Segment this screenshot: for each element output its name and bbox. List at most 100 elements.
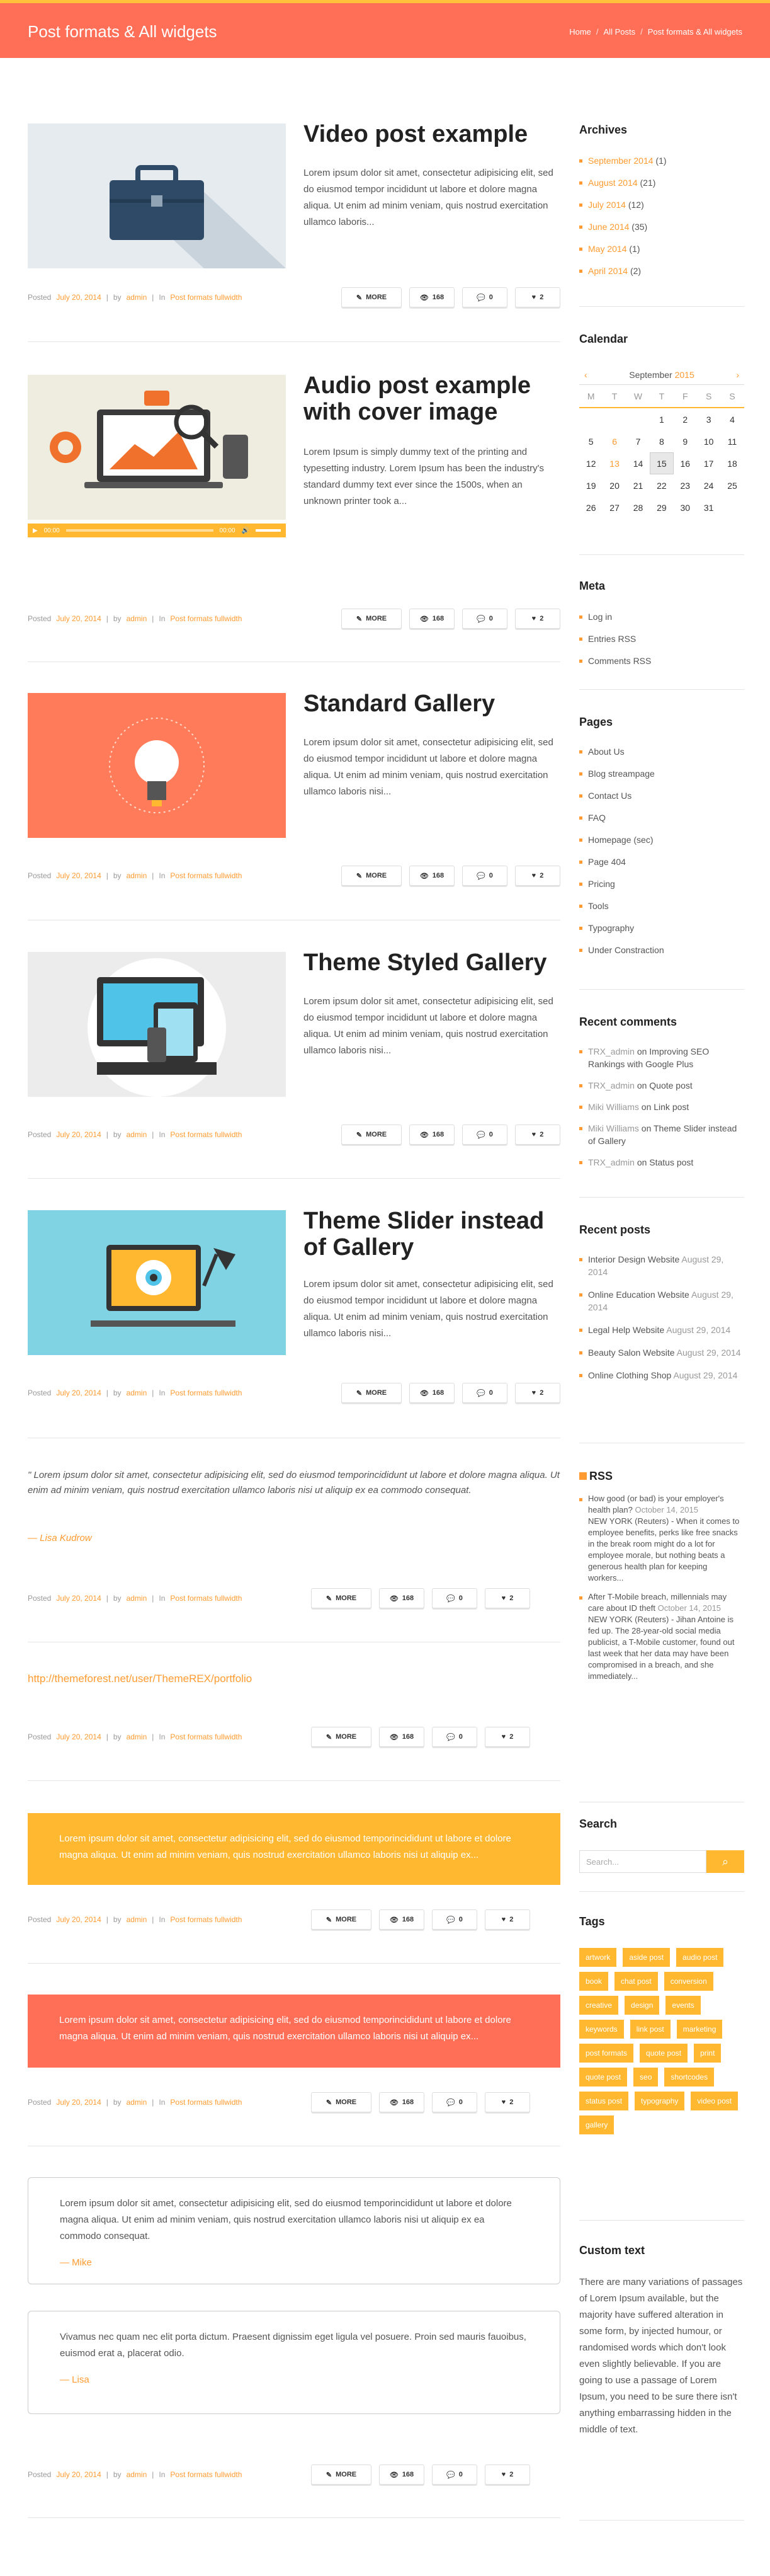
views-button[interactable]: 👁 168 [409, 866, 455, 886]
breadcrumb-all-posts[interactable]: All Posts [604, 27, 636, 37]
more-button[interactable]: ✎ MORE [341, 1125, 402, 1145]
comment-author[interactable]: Miki Williams [588, 1102, 639, 1112]
more-button[interactable]: ✎ MORE [341, 866, 402, 886]
calendar-day[interactable]: 27 [603, 496, 626, 518]
comments-button[interactable]: 💬 0 [462, 866, 507, 886]
archive-link[interactable]: May 2014 [588, 244, 626, 254]
post-category[interactable]: Post formats fullwidth [170, 1732, 242, 1741]
comment-post-link[interactable]: Link post [654, 1102, 689, 1112]
post-author[interactable]: admin [127, 1130, 147, 1139]
archive-item[interactable]: July 2014 (12) [579, 198, 744, 211]
likes-button[interactable]: ♥ 2 [515, 287, 560, 307]
archive-item[interactable]: August 2014 (21) [579, 176, 744, 189]
more-button[interactable]: ✎ MORE [311, 2464, 371, 2485]
post-category[interactable]: Post formats fullwidth [170, 614, 242, 623]
likes-button[interactable]: ♥ 2 [515, 866, 560, 886]
play-icon[interactable]: ▶ [33, 527, 38, 534]
post-author[interactable]: admin [127, 614, 147, 623]
tag-link[interactable]: events [665, 1996, 701, 2015]
views-button[interactable]: 👁 168 [379, 2092, 424, 2112]
calendar-day[interactable]: 30 [674, 496, 697, 518]
tag-link[interactable]: book [579, 1972, 609, 1991]
comment-author[interactable]: TRX_admin [588, 1046, 635, 1056]
calendar-next-button[interactable]: › [736, 370, 739, 380]
search-button[interactable]: ⌕ [706, 1850, 744, 1873]
more-button[interactable]: ✎ MORE [311, 1909, 371, 1930]
post-date[interactable]: July 20, 2014 [56, 871, 101, 880]
tag-link[interactable]: gallery [579, 2115, 614, 2134]
post-category[interactable]: Post formats fullwidth [170, 871, 242, 880]
archive-item[interactable]: May 2014 (1) [579, 243, 744, 255]
page-link[interactable]: Under Constraction [579, 944, 744, 956]
calendar-day[interactable]: 21 [626, 474, 650, 496]
post-date[interactable]: July 20, 2014 [56, 1915, 101, 1924]
calendar-day[interactable]: 10 [697, 430, 720, 452]
more-button[interactable]: ✎ MORE [311, 1588, 371, 1608]
comment-post-link[interactable]: Status post [649, 1157, 693, 1167]
calendar-day[interactable]: 15 [650, 452, 674, 474]
post-thumbnail[interactable] [28, 123, 286, 268]
tag-link[interactable]: chat post [614, 1972, 658, 1991]
tag-link[interactable]: quote post [579, 2068, 628, 2087]
calendar-day[interactable]: 29 [650, 496, 673, 518]
likes-button[interactable]: ♥ 2 [515, 609, 560, 629]
page-link[interactable]: About Us [579, 745, 744, 758]
post-category[interactable]: Post formats fullwidth [170, 2098, 242, 2107]
tag-link[interactable]: marketing [676, 2020, 723, 2039]
breadcrumb-home[interactable]: Home [569, 27, 591, 37]
meta-item[interactable]: Log in [579, 610, 744, 623]
tag-link[interactable]: audio post [676, 1948, 724, 1967]
post-date[interactable]: July 20, 2014 [56, 293, 101, 302]
comments-button[interactable]: 💬 0 [462, 609, 507, 629]
post-date[interactable]: July 20, 2014 [56, 614, 101, 623]
post-category[interactable]: Post formats fullwidth [170, 1130, 242, 1139]
archive-link[interactable]: April 2014 [588, 266, 628, 276]
archive-link[interactable]: July 2014 [588, 200, 626, 210]
post-title[interactable]: Theme Styled Gallery [303, 949, 555, 976]
tag-link[interactable]: shortcodes [664, 2068, 715, 2087]
page-link[interactable]: Blog streampage [579, 767, 744, 780]
archive-item[interactable]: April 2014 (2) [579, 265, 744, 277]
calendar-day[interactable]: 6 [603, 430, 626, 452]
post-category[interactable]: Post formats fullwidth [170, 293, 242, 302]
page-link[interactable]: Contact Us [579, 789, 744, 802]
more-button[interactable]: ✎ MORE [341, 287, 402, 307]
calendar-day[interactable]: 5 [579, 430, 603, 452]
link-post-url[interactable]: http://themeforest.net/user/ThemeREX/por… [28, 1673, 252, 1685]
calendar-day[interactable]: 1 [650, 408, 673, 430]
rss-icon[interactable] [579, 1472, 587, 1480]
post-date[interactable]: July 20, 2014 [56, 1732, 101, 1741]
views-button[interactable]: 👁 168 [379, 1909, 424, 1930]
tag-link[interactable]: link post [630, 2020, 671, 2039]
meta-item[interactable]: Comments RSS [579, 655, 744, 667]
more-button[interactable]: ✎ MORE [311, 2092, 371, 2112]
post-date[interactable]: July 20, 2014 [56, 2098, 101, 2107]
tag-link[interactable]: quote post [640, 2044, 688, 2063]
post-author[interactable]: admin [127, 2470, 147, 2479]
comment-author[interactable]: Miki Williams [588, 1123, 639, 1133]
post-title[interactable]: Standard Gallery [303, 690, 555, 717]
comments-button[interactable]: 💬 0 [432, 1588, 477, 1608]
comment-post-link[interactable]: Quote post [649, 1080, 693, 1091]
views-button[interactable]: 👁 168 [409, 609, 455, 629]
volume-slider[interactable] [256, 529, 281, 532]
comments-button[interactable]: 💬 0 [462, 287, 507, 307]
calendar-day[interactable]: 13 [603, 452, 626, 474]
calendar-day[interactable]: 31 [697, 496, 720, 518]
post-author[interactable]: admin [127, 871, 147, 880]
archive-link[interactable]: June 2014 [588, 222, 629, 232]
calendar-day[interactable]: 16 [674, 452, 697, 474]
post-category[interactable]: Post formats fullwidth [170, 2470, 242, 2479]
more-button[interactable]: ✎ MORE [311, 1727, 371, 1747]
tag-link[interactable]: post formats [579, 2044, 634, 2063]
post-title[interactable]: Video post example [303, 121, 555, 147]
tag-link[interactable]: design [625, 1996, 660, 2015]
calendar-day[interactable]: 8 [650, 430, 673, 452]
post-author[interactable]: admin [127, 1388, 147, 1397]
page-link[interactable]: Tools [579, 900, 744, 912]
post-category[interactable]: Post formats fullwidth [170, 1594, 242, 1603]
calendar-day[interactable]: 19 [579, 474, 603, 496]
tag-link[interactable]: conversion [664, 1972, 713, 1991]
archive-link[interactable]: August 2014 [588, 178, 638, 188]
volume-icon[interactable]: 🔊 [242, 527, 249, 534]
